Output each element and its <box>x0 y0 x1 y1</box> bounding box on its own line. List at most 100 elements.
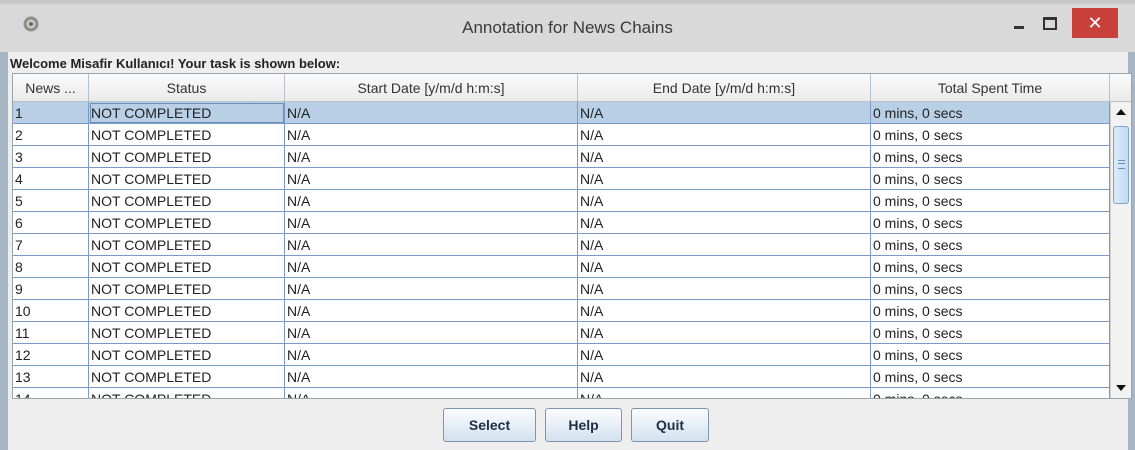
end-date-cell[interactable]: N/A <box>578 234 871 256</box>
scroll-up-arrow-icon[interactable] <box>1111 102 1131 122</box>
start-date-cell[interactable]: N/A <box>285 102 578 124</box>
news-id-cell[interactable]: 14 <box>13 388 89 398</box>
close-button[interactable]: ✕ <box>1072 8 1118 38</box>
news-id-cell[interactable]: 4 <box>13 168 89 190</box>
news-id-cell[interactable]: 3 <box>13 146 89 168</box>
total-spent-time-cell[interactable]: 0 mins, 0 secs <box>871 366 1110 388</box>
total-spent-time-cell[interactable]: 0 mins, 0 secs <box>871 234 1110 256</box>
table-row[interactable]: 6 NOT COMPLETED N/A N/A 0 mins, 0 secs <box>13 212 1110 234</box>
table-row[interactable]: 11 NOT COMPLETED N/A N/A 0 mins, 0 secs <box>13 322 1110 344</box>
end-date-cell[interactable]: N/A <box>578 344 871 366</box>
table-row[interactable]: 12 NOT COMPLETED N/A N/A 0 mins, 0 secs <box>13 344 1110 366</box>
end-date-cell[interactable]: N/A <box>578 322 871 344</box>
status-cell[interactable]: NOT COMPLETED <box>89 256 285 278</box>
column-header-total-spent-time[interactable]: Total Spent Time <box>871 74 1110 102</box>
news-id-cell[interactable]: 9 <box>13 278 89 300</box>
news-id-cell[interactable]: 13 <box>13 366 89 388</box>
table-row[interactable]: 7 NOT COMPLETED N/A N/A 0 mins, 0 secs <box>13 234 1110 256</box>
end-date-cell[interactable]: N/A <box>578 366 871 388</box>
start-date-cell[interactable]: N/A <box>285 124 578 146</box>
table-row[interactable]: 10 NOT COMPLETED N/A N/A 0 mins, 0 secs <box>13 300 1110 322</box>
end-date-cell[interactable]: N/A <box>578 146 871 168</box>
total-spent-time-cell[interactable]: 0 mins, 0 secs <box>871 124 1110 146</box>
table-row[interactable]: 9 NOT COMPLETED N/A N/A 0 mins, 0 secs <box>13 278 1110 300</box>
table-row[interactable]: 5 NOT COMPLETED N/A N/A 0 mins, 0 secs <box>13 190 1110 212</box>
table-row[interactable]: 13 NOT COMPLETED N/A N/A 0 mins, 0 secs <box>13 366 1110 388</box>
start-date-cell[interactable]: N/A <box>285 146 578 168</box>
status-cell[interactable]: NOT COMPLETED <box>89 212 285 234</box>
start-date-cell[interactable]: N/A <box>285 190 578 212</box>
maximize-button[interactable] <box>1036 12 1062 38</box>
start-date-cell[interactable]: N/A <box>285 300 578 322</box>
table-row[interactable]: 2 NOT COMPLETED N/A N/A 0 mins, 0 secs <box>13 124 1110 146</box>
total-spent-time-cell[interactable]: 0 mins, 0 secs <box>871 278 1110 300</box>
end-date-cell[interactable]: N/A <box>578 190 871 212</box>
scroll-thumb[interactable] <box>1113 126 1129 204</box>
start-date-cell[interactable]: N/A <box>285 322 578 344</box>
news-id-cell[interactable]: 6 <box>13 212 89 234</box>
news-id-cell[interactable]: 10 <box>13 300 89 322</box>
status-cell[interactable]: NOT COMPLETED <box>89 366 285 388</box>
column-header-end-date[interactable]: End Date [y/m/d h:m:s] <box>578 74 871 102</box>
news-id-cell[interactable]: 5 <box>13 190 89 212</box>
column-header-status[interactable]: Status <box>89 74 285 102</box>
status-cell[interactable]: NOT COMPLETED <box>89 124 285 146</box>
total-spent-time-cell[interactable]: 0 mins, 0 secs <box>871 102 1110 124</box>
news-id-cell[interactable]: 12 <box>13 344 89 366</box>
total-spent-time-cell[interactable]: 0 mins, 0 secs <box>871 212 1110 234</box>
table-row[interactable]: 3 NOT COMPLETED N/A N/A 0 mins, 0 secs <box>13 146 1110 168</box>
status-cell[interactable]: NOT COMPLETED <box>89 234 285 256</box>
select-button[interactable]: Select <box>443 408 536 442</box>
column-header-start-date[interactable]: Start Date [y/m/d h:m:s] <box>285 74 578 102</box>
start-date-cell[interactable]: N/A <box>285 278 578 300</box>
end-date-cell[interactable]: N/A <box>578 102 871 124</box>
start-date-cell[interactable]: N/A <box>285 388 578 398</box>
status-cell[interactable]: NOT COMPLETED <box>89 102 285 124</box>
total-spent-time-cell[interactable]: 0 mins, 0 secs <box>871 146 1110 168</box>
status-cell[interactable]: NOT COMPLETED <box>89 168 285 190</box>
end-date-cell[interactable]: N/A <box>578 168 871 190</box>
news-id-cell[interactable]: 11 <box>13 322 89 344</box>
status-cell[interactable]: NOT COMPLETED <box>89 278 285 300</box>
total-spent-time-cell[interactable]: 0 mins, 0 secs <box>871 322 1110 344</box>
minimize-button[interactable] <box>1006 12 1032 38</box>
vertical-scrollbar[interactable] <box>1110 102 1131 398</box>
status-cell[interactable]: NOT COMPLETED <box>89 322 285 344</box>
quit-button[interactable]: Quit <box>631 408 709 442</box>
news-id-cell[interactable]: 1 <box>13 102 89 124</box>
status-cell[interactable]: NOT COMPLETED <box>89 146 285 168</box>
status-cell[interactable]: NOT COMPLETED <box>89 190 285 212</box>
total-spent-time-cell[interactable]: 0 mins, 0 secs <box>871 300 1110 322</box>
table-row[interactable]: 1 NOT COMPLETED N/A N/A 0 mins, 0 secs <box>13 102 1110 124</box>
total-spent-time-cell[interactable]: 0 mins, 0 secs <box>871 388 1110 398</box>
end-date-cell[interactable]: N/A <box>578 256 871 278</box>
end-date-cell[interactable]: N/A <box>578 300 871 322</box>
total-spent-time-cell[interactable]: 0 mins, 0 secs <box>871 190 1110 212</box>
help-button[interactable]: Help <box>545 408 622 442</box>
start-date-cell[interactable]: N/A <box>285 234 578 256</box>
status-cell[interactable]: NOT COMPLETED <box>89 300 285 322</box>
table-row[interactable]: 14 NOT COMPLETED N/A N/A 0 mins, 0 secs <box>13 388 1110 398</box>
end-date-cell[interactable]: N/A <box>578 388 871 398</box>
status-cell[interactable]: NOT COMPLETED <box>89 344 285 366</box>
end-date-cell[interactable]: N/A <box>578 212 871 234</box>
start-date-cell[interactable]: N/A <box>285 212 578 234</box>
total-spent-time-cell[interactable]: 0 mins, 0 secs <box>871 168 1110 190</box>
column-header-news[interactable]: News ... <box>13 74 89 102</box>
start-date-cell[interactable]: N/A <box>285 344 578 366</box>
total-spent-time-cell[interactable]: 0 mins, 0 secs <box>871 256 1110 278</box>
table-row[interactable]: 4 NOT COMPLETED N/A N/A 0 mins, 0 secs <box>13 168 1110 190</box>
status-cell[interactable]: NOT COMPLETED <box>89 388 285 398</box>
start-date-cell[interactable]: N/A <box>285 366 578 388</box>
total-spent-time-cell[interactable]: 0 mins, 0 secs <box>871 344 1110 366</box>
title-bar[interactable]: Annotation for News Chains ✕ <box>0 0 1135 52</box>
start-date-cell[interactable]: N/A <box>285 168 578 190</box>
table-row[interactable]: 8 NOT COMPLETED N/A N/A 0 mins, 0 secs <box>13 256 1110 278</box>
news-id-cell[interactable]: 7 <box>13 234 89 256</box>
news-id-cell[interactable]: 2 <box>13 124 89 146</box>
start-date-cell[interactable]: N/A <box>285 256 578 278</box>
end-date-cell[interactable]: N/A <box>578 124 871 146</box>
end-date-cell[interactable]: N/A <box>578 278 871 300</box>
news-id-cell[interactable]: 8 <box>13 256 89 278</box>
scroll-down-arrow-icon[interactable] <box>1111 378 1131 398</box>
